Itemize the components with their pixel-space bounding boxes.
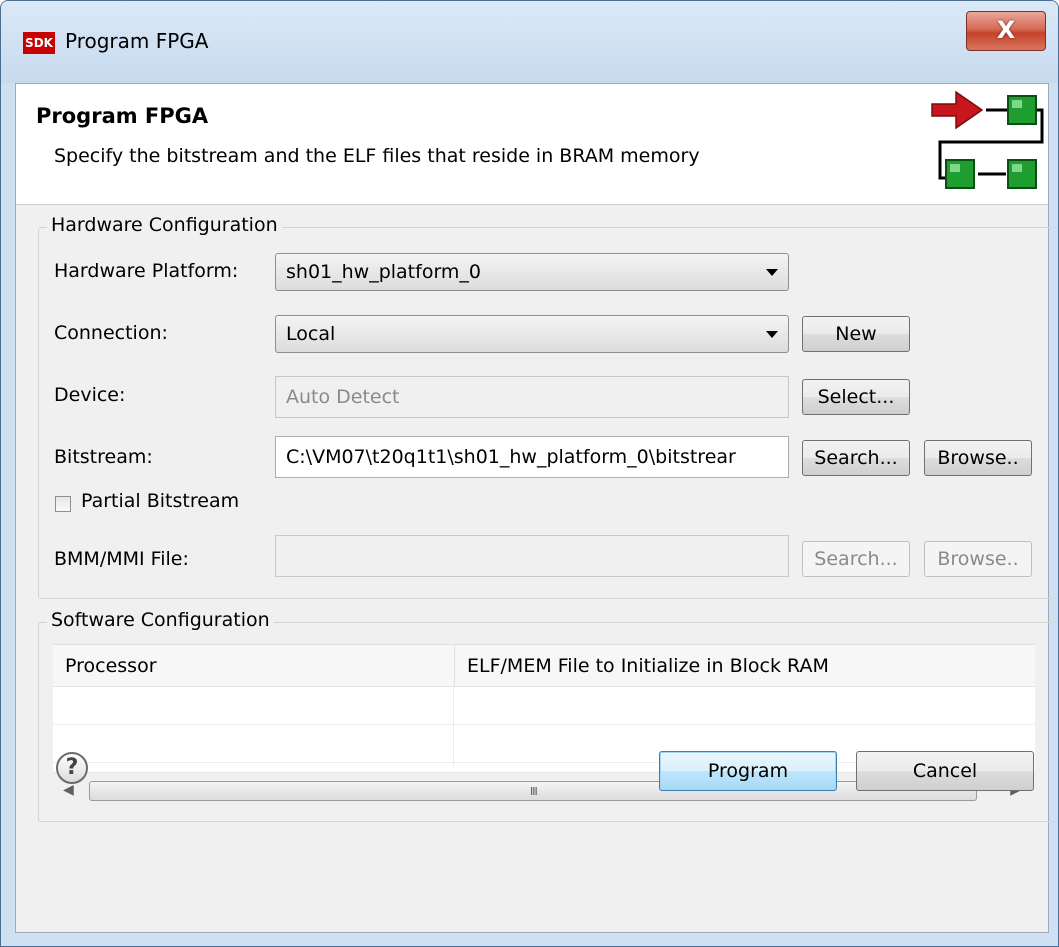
scrollbar-grip: III bbox=[530, 785, 538, 798]
bmm-search-button: Search... bbox=[802, 541, 910, 577]
partial-bitstream-label[interactable]: Partial Bitstream bbox=[81, 490, 239, 512]
title-bar[interactable]: SDK Program FPGA X bbox=[1, 1, 1058, 83]
scrollbar-thumb[interactable]: III bbox=[89, 781, 977, 801]
hardware-configuration-group: Hardware Configuration Hardware Platform… bbox=[38, 214, 1058, 599]
page-title: Program FPGA bbox=[36, 104, 209, 128]
chevron-down-icon bbox=[766, 269, 778, 276]
device-field: Auto Detect bbox=[275, 376, 789, 418]
bmm-mmi-file-label: BMM/MMI File: bbox=[54, 548, 189, 570]
hardware-platform-label: Hardware Platform: bbox=[54, 260, 239, 282]
bmm-browse-button: Browse.. bbox=[924, 541, 1032, 577]
hardware-platform-value: sh01_hw_platform_0 bbox=[286, 261, 482, 283]
bitstream-field[interactable]: C:\VM07\t20q1t1\sh01_hw_platform_0\bitst… bbox=[275, 436, 789, 478]
close-icon: X bbox=[996, 16, 1016, 44]
hardware-platform-select[interactable]: sh01_hw_platform_0 bbox=[275, 253, 789, 291]
window-title: Program FPGA bbox=[65, 29, 209, 53]
bitstream-search-button[interactable]: Search... bbox=[802, 440, 910, 476]
table-header-processor[interactable]: Processor bbox=[53, 645, 454, 687]
column-separator bbox=[453, 687, 454, 767]
sdk-app-icon: SDK bbox=[23, 32, 55, 54]
table-header-elf-file[interactable]: ELF/MEM File to Initialize in Block RAM bbox=[454, 645, 1035, 687]
header-banner: Program FPGA Specify the bitstream and t… bbox=[16, 84, 1048, 205]
dialog-window: SDK Program FPGA X Program FPGA Specify … bbox=[0, 0, 1059, 947]
table-row[interactable] bbox=[53, 687, 1035, 725]
page-description: Specify the bitstream and the ELF files … bbox=[54, 145, 700, 167]
program-button[interactable]: Program bbox=[659, 751, 837, 791]
close-button[interactable]: X bbox=[966, 11, 1046, 51]
connection-value: Local bbox=[286, 323, 336, 345]
cancel-button[interactable]: Cancel bbox=[856, 751, 1034, 791]
scroll-left-icon[interactable]: ◀ bbox=[63, 782, 74, 798]
chevron-down-icon bbox=[766, 331, 778, 338]
help-icon[interactable]: ? bbox=[56, 752, 88, 784]
dialog-client-area: Program FPGA Specify the bitstream and t… bbox=[15, 83, 1058, 933]
new-connection-button[interactable]: New bbox=[802, 316, 910, 352]
bmm-mmi-file-field bbox=[275, 535, 789, 577]
bitstream-label: Bitstream: bbox=[54, 446, 153, 468]
connection-select[interactable]: Local bbox=[275, 315, 789, 353]
hardware-configuration-legend: Hardware Configuration bbox=[47, 214, 282, 236]
connection-label: Connection: bbox=[54, 322, 168, 344]
bitstream-browse-button[interactable]: Browse.. bbox=[924, 440, 1032, 476]
select-device-button[interactable]: Select... bbox=[802, 379, 910, 415]
partial-bitstream-checkbox[interactable] bbox=[55, 496, 71, 512]
device-label: Device: bbox=[54, 384, 126, 406]
program-flow-icon bbox=[931, 90, 1044, 189]
software-configuration-legend: Software Configuration bbox=[47, 609, 274, 631]
